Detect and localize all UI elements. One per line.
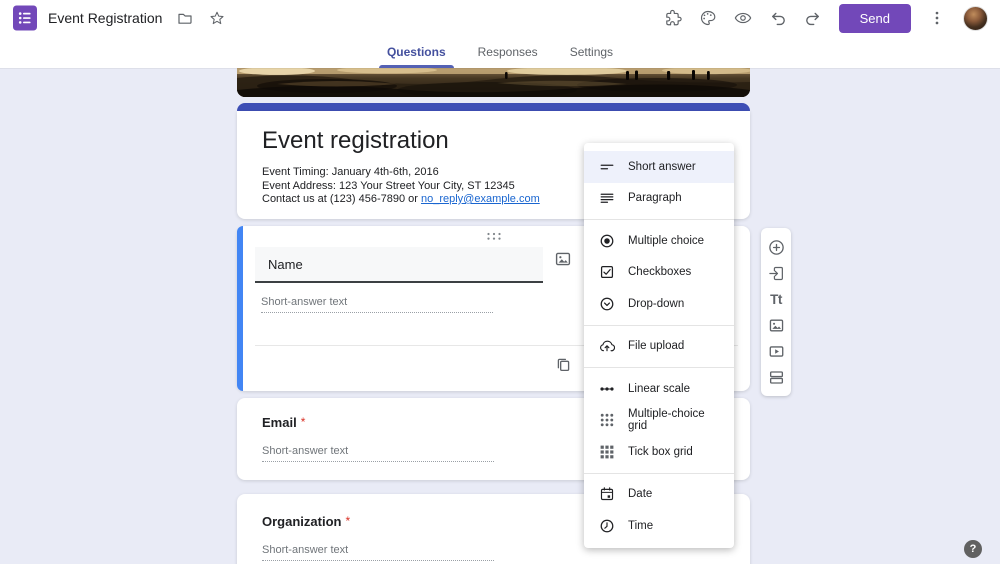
night-street-photo <box>237 68 750 97</box>
multiple-choice-grid-icon <box>599 412 615 428</box>
menu-item-tick-box-grid[interactable]: Tick box grid <box>584 436 734 468</box>
contact-email-link[interactable]: no_reply@example.com <box>421 193 540 205</box>
add-title-description-icon[interactable]: Tt <box>767 290 785 308</box>
menu-item-label: Time <box>628 520 653 532</box>
menu-item-label: Checkboxes <box>628 266 691 278</box>
theme-palette-icon[interactable] <box>699 9 717 27</box>
tick-box-grid-icon <box>599 444 615 460</box>
redo-icon[interactable] <box>804 9 822 27</box>
send-button[interactable]: Send <box>839 4 911 33</box>
question-title-input[interactable]: Name <box>255 247 543 283</box>
multiple-choice-icon <box>599 233 615 249</box>
menu-item-label: Drop-down <box>628 298 684 310</box>
add-image-icon[interactable] <box>554 250 572 268</box>
drop-down-icon <box>599 296 615 312</box>
tab-settings[interactable]: Settings <box>558 36 625 68</box>
menu-item-file-upload[interactable]: File upload <box>584 331 734 363</box>
menu-divider <box>584 325 734 326</box>
tt-glyph: Tt <box>770 292 782 307</box>
undo-icon[interactable] <box>769 9 787 27</box>
help-button[interactable]: ? <box>964 540 982 558</box>
menu-item-label: File upload <box>628 340 684 352</box>
menu-item-checkboxes[interactable]: Checkboxes <box>584 257 734 289</box>
menu-item-multiple-choice[interactable]: Multiple choice <box>584 225 734 257</box>
duplicate-icon[interactable] <box>555 356 572 373</box>
short-answer-icon <box>599 159 615 175</box>
time-icon <box>599 518 615 534</box>
floating-action-toolbar: Tt <box>761 228 791 396</box>
menu-item-label: Multiple-choice grid <box>628 408 719 432</box>
active-question-indicator <box>237 226 243 391</box>
menu-divider <box>584 473 734 474</box>
file-upload-icon <box>599 338 615 354</box>
question-label: Organization <box>262 514 341 529</box>
answer-placeholder: Short-answer text <box>261 296 347 308</box>
preview-eye-icon[interactable] <box>734 9 752 27</box>
google-forms-editor: Event Registration <box>0 0 1000 564</box>
add-question-icon[interactable] <box>767 238 785 256</box>
form-header-image[interactable] <box>237 68 750 97</box>
add-section-icon[interactable] <box>767 368 785 386</box>
menu-item-time[interactable]: Time <box>584 510 734 542</box>
date-icon <box>599 486 615 502</box>
menu-item-date[interactable]: Date <box>584 479 734 511</box>
answer-underline <box>262 560 494 561</box>
menu-item-label: Multiple choice <box>628 235 704 247</box>
menu-divider <box>584 367 734 368</box>
menu-item-label: Paragraph <box>628 192 682 204</box>
menu-item-label: Tick box grid <box>628 446 693 458</box>
star-icon[interactable] <box>208 9 226 27</box>
question-type-menu: Short answer Paragraph Multiple choice C… <box>584 143 734 548</box>
menu-item-paragraph[interactable]: Paragraph <box>584 183 734 215</box>
menu-divider <box>584 219 734 220</box>
question-label: Email <box>262 415 297 430</box>
form-tabbar: Questions Responses Settings <box>0 36 1000 68</box>
contact-text: Contact us at (123) 456-7890 or <box>262 193 421 205</box>
menu-item-multiple-choice-grid[interactable]: Multiple-choice grid <box>584 405 734 437</box>
tab-responses[interactable]: Responses <box>466 36 550 68</box>
menu-item-label: Short answer <box>628 161 696 173</box>
add-video-icon[interactable] <box>767 342 785 360</box>
folder-icon[interactable] <box>176 9 194 27</box>
addons-puzzle-icon[interactable] <box>664 9 682 27</box>
top-app-bar: Event Registration <box>0 0 1000 36</box>
answer-underline <box>262 461 494 462</box>
answer-underline <box>261 312 493 313</box>
menu-item-label: Linear scale <box>628 383 690 395</box>
menu-item-linear-scale[interactable]: Linear scale <box>584 373 734 405</box>
import-questions-icon[interactable] <box>767 264 785 282</box>
forms-logo-icon[interactable] <box>12 5 38 31</box>
account-avatar[interactable] <box>963 6 988 31</box>
required-asterisk: * <box>301 415 306 429</box>
linear-scale-icon <box>599 381 615 397</box>
checkboxes-icon <box>599 264 615 280</box>
menu-item-label: Date <box>628 488 652 500</box>
document-title[interactable]: Event Registration <box>48 10 162 26</box>
theme-color-bar <box>237 103 750 111</box>
more-vertical-icon[interactable] <box>928 9 946 27</box>
drag-handle-icon[interactable] <box>486 232 502 241</box>
required-asterisk: * <box>345 514 350 528</box>
tab-questions[interactable]: Questions <box>375 36 458 68</box>
add-image-icon[interactable] <box>767 316 785 334</box>
menu-item-drop-down[interactable]: Drop-down <box>584 288 734 320</box>
paragraph-icon <box>599 190 615 206</box>
menu-item-short-answer[interactable]: Short answer <box>584 151 734 183</box>
